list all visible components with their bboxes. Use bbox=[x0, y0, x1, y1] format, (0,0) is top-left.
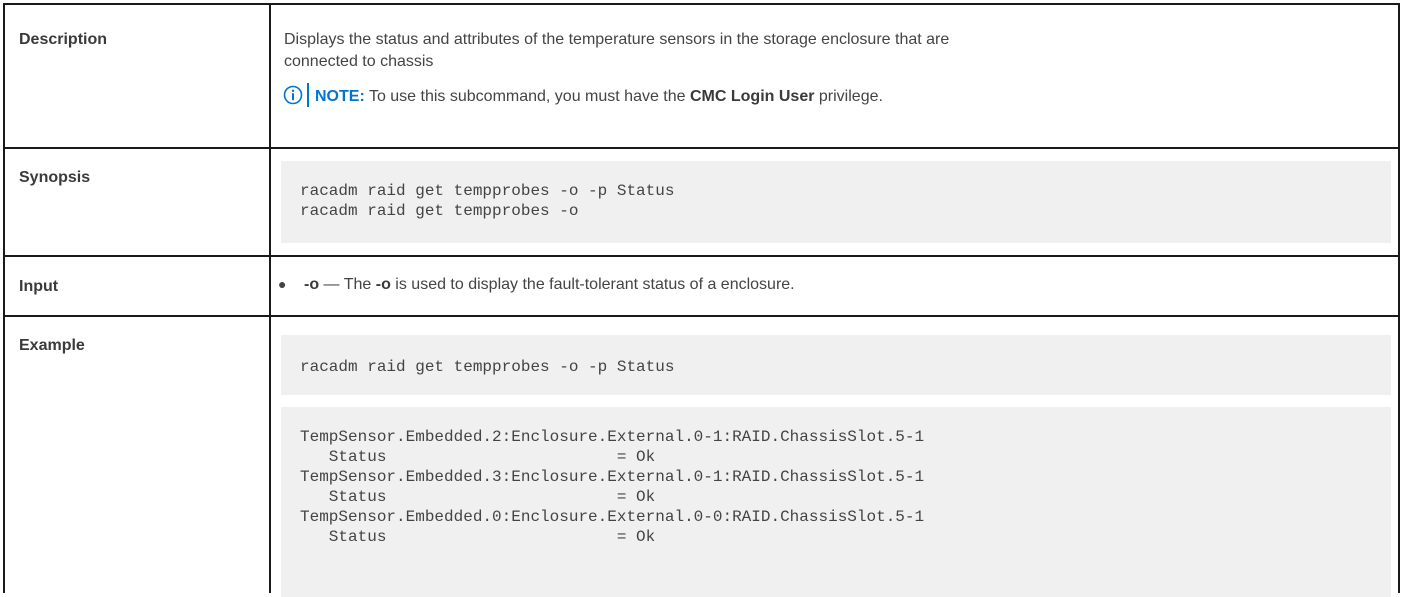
input-flag: -o bbox=[304, 276, 320, 293]
input-description: is used to display the fault-tolerant st… bbox=[390, 276, 795, 293]
note-text-after: privilege. bbox=[814, 88, 883, 105]
description-line-1: Displays the status and attributes of th… bbox=[284, 31, 950, 48]
note: NOTE: To use this subcommand, you must h… bbox=[283, 83, 1384, 108]
input-label: Input bbox=[19, 278, 59, 295]
description-text: Displays the status and attributes of th… bbox=[283, 29, 1384, 108]
input-text: ● -o — The -o is used to display the faul… bbox=[278, 273, 1378, 296]
row-divider bbox=[3, 315, 1400, 317]
table-border-right bbox=[1398, 3, 1400, 593]
description-line-2: connected to chassis bbox=[284, 53, 434, 70]
example-output-block: TempSensor.Embedded.2:Enclosure.External… bbox=[281, 407, 1391, 597]
note-text-before: To use this subcommand, you must have th… bbox=[364, 88, 690, 105]
description-label: Description bbox=[19, 31, 108, 48]
column-divider bbox=[269, 3, 271, 593]
note-separator bbox=[307, 83, 309, 107]
example-label: Example bbox=[19, 337, 85, 354]
note-label: NOTE: bbox=[315, 88, 365, 105]
synopsis-label: Synopsis bbox=[19, 169, 91, 186]
input-flag-2: -o bbox=[375, 276, 391, 293]
input-dash: — The bbox=[319, 276, 376, 293]
table-border-top bbox=[3, 3, 1400, 5]
row-divider bbox=[3, 255, 1400, 257]
row-divider bbox=[3, 147, 1400, 149]
info-circle-icon bbox=[283, 85, 303, 105]
table-border-left bbox=[3, 3, 5, 593]
bullet: ● bbox=[278, 276, 287, 292]
reference-table: Description Displays the status and attr… bbox=[3, 3, 1400, 597]
note-bold-text: CMC Login User bbox=[690, 88, 815, 105]
synopsis-code-block: racadm raid get tempprobes -o -p Status … bbox=[281, 161, 1391, 243]
example-command-block: racadm raid get tempprobes -o -p Status bbox=[281, 335, 1391, 395]
